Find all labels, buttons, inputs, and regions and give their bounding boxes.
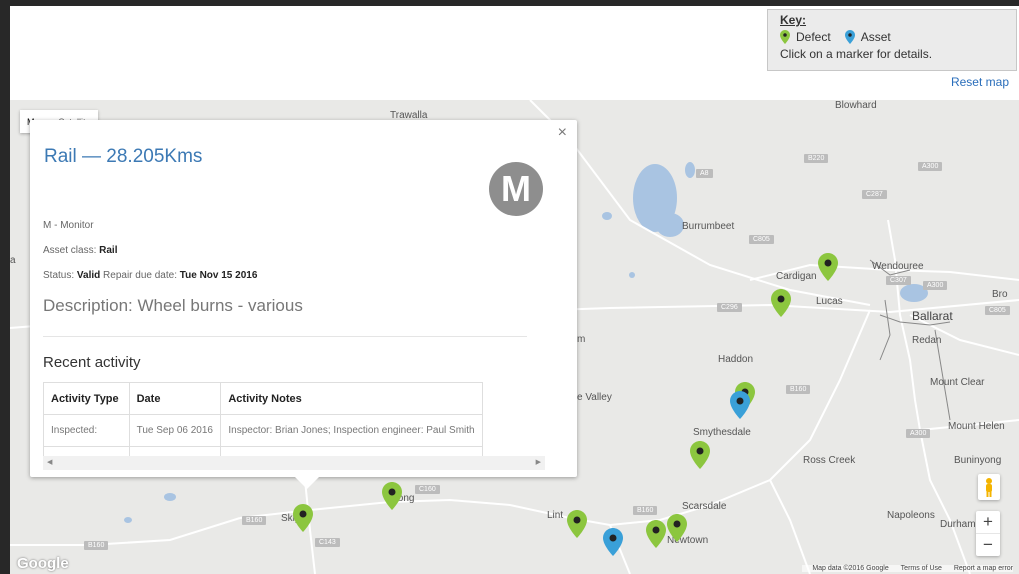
defect-info-window: × Rail — 28.205Kms M M - Monitor Asset c… bbox=[30, 120, 577, 489]
column-header: Activity Type bbox=[43, 382, 130, 415]
asset-marker-icon bbox=[844, 30, 855, 44]
asset-class-label: Asset class: bbox=[43, 245, 100, 256]
key-title: Key: bbox=[780, 13, 807, 27]
defect-marker[interactable] bbox=[818, 253, 838, 281]
place-redan: Redan bbox=[912, 335, 942, 346]
place-bro: Bro bbox=[992, 289, 1008, 300]
table-row: Inspected: Tue Sep 06 2016 Inspector: Br… bbox=[43, 414, 483, 447]
column-header: Date bbox=[128, 382, 222, 415]
place-durham: Durham bbox=[940, 519, 976, 530]
zoom-control: + − bbox=[976, 511, 1000, 556]
key-asset-label: Asset bbox=[860, 30, 891, 44]
place-ballarat: Ballarat bbox=[912, 309, 953, 323]
activity-notes-cell: Inspector: Brian Jones; Inspection engin… bbox=[220, 414, 483, 447]
page: Key: Defect Asset Click on a marker for … bbox=[10, 6, 1019, 574]
defect-title: Rail — 28.205Kms bbox=[44, 146, 203, 167]
place-wendouree: Wendouree bbox=[872, 261, 924, 272]
place-mount-helen: Mount Helen bbox=[948, 421, 1005, 432]
key-asset: Asset bbox=[844, 30, 891, 44]
place-snake-valley: e Valley bbox=[577, 392, 612, 403]
road-shield: A300 bbox=[906, 429, 931, 438]
road-shield: C805 bbox=[985, 306, 1010, 315]
scroll-right-icon[interactable]: ▶ bbox=[536, 458, 541, 466]
asset-marker[interactable] bbox=[730, 391, 750, 419]
place-blowhard: Blowhard bbox=[835, 100, 877, 111]
info-window-tail bbox=[295, 477, 319, 489]
divider bbox=[43, 336, 527, 337]
map[interactable]: Trawalla Blowhard Burrumbeet Cardigan We… bbox=[10, 100, 1019, 574]
place-linton: Lint bbox=[547, 510, 564, 521]
activity-type-cell: Inspected: bbox=[43, 414, 130, 447]
asset-class-line: Asset class: Rail bbox=[43, 245, 117, 256]
road-shield: A8 bbox=[696, 169, 713, 178]
place-scarsdale: Scarsdale bbox=[682, 501, 727, 512]
place-edge-m: m bbox=[577, 334, 586, 345]
place-ross-creek: Ross Creek bbox=[803, 455, 856, 466]
status-value: Valid bbox=[76, 270, 101, 281]
close-icon[interactable]: × bbox=[558, 124, 567, 142]
defect-marker[interactable] bbox=[567, 510, 587, 538]
road-shield: B160 bbox=[242, 516, 267, 525]
activity-date-cell: Tue Sep 06 2016 bbox=[128, 414, 222, 447]
road-shield: C805 bbox=[749, 235, 774, 244]
place-smythesdale: Smythesdale bbox=[693, 427, 751, 438]
road-shield: A300 bbox=[923, 281, 948, 290]
place-lucas: Lucas bbox=[816, 296, 843, 307]
terms-link[interactable]: Terms of Use bbox=[901, 565, 942, 572]
place-haddon: Haddon bbox=[718, 354, 754, 365]
key-note: Click on a marker for details. bbox=[780, 47, 933, 61]
scroll-left-icon[interactable]: ◀ bbox=[47, 458, 52, 466]
zoom-in-button[interactable]: + bbox=[976, 511, 1000, 533]
place-cardigan: Cardigan bbox=[776, 271, 817, 282]
status-line: Status: Valid Repair due date: Tue Nov 1… bbox=[43, 270, 257, 281]
road-shield: B220 bbox=[804, 154, 829, 163]
defect-marker[interactable] bbox=[382, 482, 402, 510]
recent-activity-heading: Recent activity bbox=[43, 354, 141, 371]
road-shield: C160 bbox=[415, 485, 440, 494]
road-shield: C307 bbox=[886, 276, 911, 285]
repair-label: Repair due date: bbox=[100, 270, 180, 281]
map-data-text: Map data ©2016 Google bbox=[812, 565, 889, 572]
place-burrumbeet: Burrumbeet bbox=[682, 221, 735, 232]
defect-marker[interactable] bbox=[667, 514, 687, 542]
defect-marker-icon bbox=[780, 30, 790, 44]
zoom-out-button[interactable]: − bbox=[976, 533, 1000, 556]
map-key: Key: Defect Asset Click on a marker for … bbox=[767, 9, 1017, 71]
map-attribution: Map data ©2016 Google Terms of Use Repor… bbox=[802, 565, 1013, 572]
defect-category: M - Monitor bbox=[43, 220, 94, 231]
horizontal-scrollbar[interactable]: ◀ ▶ bbox=[43, 456, 545, 470]
monitor-badge-icon: M bbox=[489, 162, 543, 216]
place-napoleons: Napoleons bbox=[887, 510, 935, 521]
road-shield: B160 bbox=[786, 385, 811, 394]
key-defect: Defect bbox=[780, 30, 831, 44]
road-shield: C296 bbox=[717, 303, 742, 312]
asset-marker[interactable] bbox=[603, 528, 623, 556]
column-header: Activity Notes bbox=[220, 382, 483, 415]
defect-details-scroll[interactable]: M - Monitor Asset class: Rail Status: Va… bbox=[43, 216, 545, 470]
asset-class-value: Rail bbox=[99, 245, 118, 256]
key-defect-label: Defect bbox=[796, 30, 831, 44]
road-shield: B160 bbox=[84, 541, 109, 550]
defect-marker-selected[interactable] bbox=[293, 504, 313, 532]
place-buninyong: Buninyong bbox=[954, 455, 1002, 466]
place-edge-a: a bbox=[10, 255, 16, 266]
defect-description: Description: Wheel burns - various bbox=[43, 296, 303, 315]
defect-marker[interactable] bbox=[646, 520, 666, 548]
defect-marker[interactable] bbox=[771, 289, 791, 317]
defect-marker[interactable] bbox=[690, 441, 710, 469]
road-shield: C287 bbox=[862, 190, 887, 199]
road-shield: B160 bbox=[633, 506, 658, 515]
road-shield: A300 bbox=[918, 162, 943, 171]
report-error-link[interactable]: Report a map error bbox=[954, 565, 1013, 572]
status-label: Status: bbox=[43, 270, 77, 281]
place-mount-clear: Mount Clear bbox=[930, 377, 985, 388]
street-view-pegman-icon[interactable] bbox=[978, 474, 1000, 500]
road-shield: C143 bbox=[315, 538, 340, 547]
repair-date: Tue Nov 15 2016 bbox=[179, 270, 258, 281]
google-logo: Google bbox=[17, 555, 69, 572]
table-header-row: Activity Type Date Activity Notes bbox=[43, 382, 483, 415]
reset-map-link[interactable]: Reset map bbox=[951, 75, 1009, 89]
